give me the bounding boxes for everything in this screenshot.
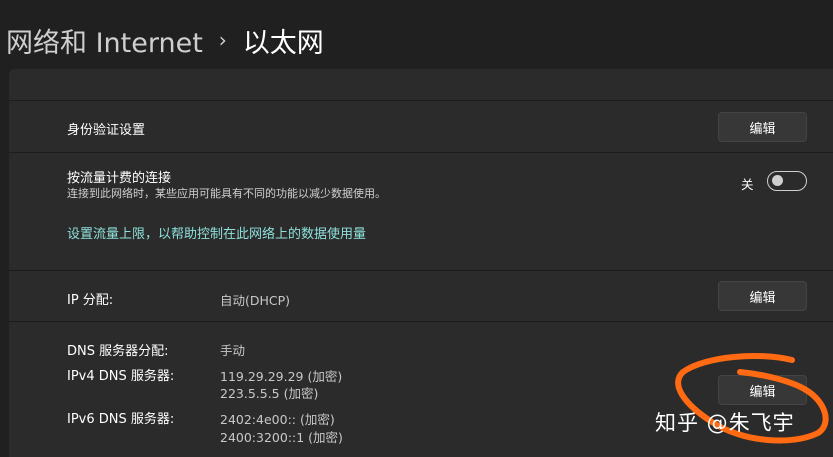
auth-settings-label: 身份验证设置 bbox=[67, 123, 146, 138]
dns-edit-button[interactable]: 编辑 bbox=[718, 375, 807, 405]
ipv6-dns-primary: 2402:4e00:: (加密) bbox=[220, 412, 335, 427]
metered-toggle[interactable] bbox=[767, 171, 807, 191]
ip-edit-button[interactable]: 编辑 bbox=[718, 281, 807, 311]
metered-connection-description: 连接到此网络时，某些应用可能具有不同的功能以减少数据使用。 bbox=[67, 187, 386, 200]
auth-edit-button[interactable]: 编辑 bbox=[718, 112, 807, 142]
dns-assignment-label: DNS 服务器分配: bbox=[67, 344, 169, 359]
metered-connection-label: 按流量计费的连接 bbox=[67, 171, 172, 186]
divider bbox=[9, 321, 833, 322]
ip-assignment-label: IP 分配: bbox=[67, 293, 114, 308]
divider bbox=[9, 100, 833, 101]
watermark: 知乎 @朱飞宇 bbox=[655, 411, 795, 435]
divider bbox=[9, 270, 833, 271]
ipv4-dns-secondary: 223.5.5.5 (加密) bbox=[220, 386, 319, 401]
breadcrumb-parent[interactable]: 网络和 Internet bbox=[6, 21, 203, 60]
toggle-knob bbox=[772, 175, 783, 186]
divider bbox=[9, 152, 833, 153]
chevron-right-icon: › bbox=[218, 28, 227, 52]
settings-panel: 身份验证设置 编辑 按流量计费的连接 连接到此网络时，某些应用可能具有不同的功能… bbox=[9, 69, 833, 457]
ip-assignment-value: 自动(DHCP) bbox=[220, 293, 291, 308]
metered-toggle-state: 关 bbox=[741, 177, 754, 192]
page-title: 以太网 bbox=[242, 27, 324, 59]
ipv6-dns-label: IPv6 DNS 服务器: bbox=[67, 412, 175, 427]
ipv4-dns-label: IPv4 DNS 服务器: bbox=[67, 369, 175, 384]
page-header: 网络和 Internet › 以太网 bbox=[6, 20, 324, 60]
data-limit-link[interactable]: 设置流量上限，以帮助控制在此网络上的数据使用量 bbox=[67, 223, 366, 242]
ipv6-dns-secondary: 2400:3200::1 (加密) bbox=[220, 430, 343, 445]
dns-assignment-value: 手动 bbox=[220, 343, 246, 358]
